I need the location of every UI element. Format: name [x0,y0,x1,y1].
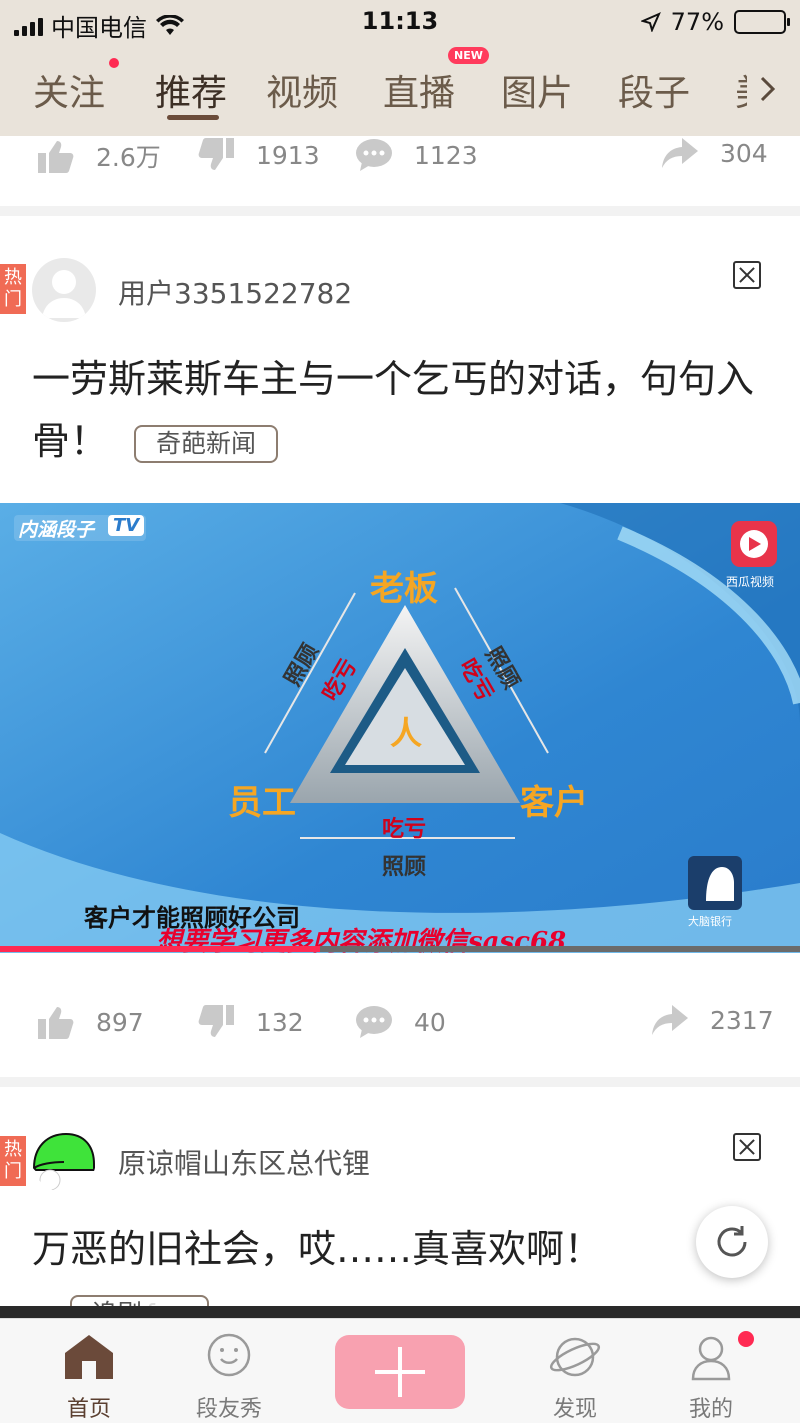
username[interactable]: 用户3351522782 [118,272,352,312]
smiley-icon [207,1333,251,1377]
dislike-count: 1913 [256,140,320,170]
green-hat-avatar-icon [32,1132,95,1191]
hot-badge: 热门 [0,1136,26,1186]
nav-friends-show[interactable]: 段友秀 [169,1333,289,1423]
chevron-right-icon[interactable] [758,74,778,104]
video-brand-tv: TV [108,515,145,536]
video-player[interactable]: 内涵段子 TV 西瓜视频 老板 员工 客户 人 照顾 吃亏 照顾 吃亏 吃亏 照… [0,503,800,953]
divider [0,1077,800,1087]
comment-icon [356,1006,392,1038]
channel-tabs: 关注 推荐 视频 直播 图片 段子 美 [0,56,800,126]
tab-more-partial[interactable]: 美 [735,64,747,116]
prev-post-actions: 2.6万 1913 1123 304 [0,136,800,196]
planet-icon [549,1337,601,1377]
refresh-button[interactable] [696,1206,768,1278]
follow-notification-dot [109,58,119,68]
thumbs-down-icon [198,138,234,170]
share-action[interactable]: 304 [662,138,768,168]
like-count: 2.6万 [96,143,161,172]
avatar[interactable] [32,258,96,322]
new-badge: NEW [448,47,489,64]
dismiss-post-icon[interactable] [733,261,761,289]
share-count: 304 [720,138,768,168]
location-arrow-icon [640,12,661,32]
thumbs-down-icon [198,1005,234,1037]
video-corner-logo-text: 西瓜视频 [726,575,775,589]
battery-percent: 77% [670,8,724,36]
default-avatar-icon [42,270,86,318]
share-icon [652,1005,688,1035]
tab-pictures[interactable]: 图片 [501,64,573,116]
share-count: 2317 [710,1005,774,1035]
mine-notification-dot [738,1331,754,1347]
comment-action[interactable]: 40 [356,1005,446,1039]
divider [0,206,800,216]
dislike-action[interactable]: 1913 [198,138,320,172]
like-action[interactable]: 897 [38,1005,144,1039]
hot-badge: 热门 [0,264,26,314]
label-person: 人 [390,714,423,752]
nav-mine[interactable]: 我的 [651,1333,771,1423]
video-watermark: 大脑银行 [688,915,732,928]
comment-count: 1123 [414,140,478,170]
active-tab-indicator [167,115,219,120]
label-customer: 客户 [520,783,588,823]
status-bar: 中国电信 11:13 77% [0,0,800,44]
comment-action[interactable]: 1123 [356,138,478,172]
thumbs-up-icon [38,1007,74,1039]
nav-mine-label: 我的 [688,1397,733,1422]
bottom-navigation: 首页 段友秀 发现 我的 [0,1318,800,1423]
label-employee: 员工 [228,783,296,823]
post-title-text: 万恶的旧社会，哎……真喜欢啊！ [32,1227,603,1271]
tab-follow[interactable]: 关注 [33,64,105,116]
thumbs-up-icon [38,141,74,173]
nav-discover[interactable]: 发现 [515,1333,635,1423]
share-icon [662,138,698,168]
label-bottom-care: 照顾 [382,855,427,880]
nav-home-label: 首页 [66,1397,111,1422]
post1-actions: 897 132 40 2317 [0,1005,800,1065]
nav-friends-show-label: 段友秀 [195,1397,262,1422]
battery-icon [734,10,790,34]
label-boss: 老板 [370,569,438,609]
post-plus-button[interactable] [335,1335,465,1409]
video-brand: 内涵段子 [18,519,95,541]
home-icon [65,1335,113,1379]
tab-video[interactable]: 视频 [266,64,338,116]
status-right: 77% [640,8,790,36]
nav-home[interactable]: 首页 [29,1333,149,1423]
avatar[interactable] [32,1128,96,1192]
user-icon [691,1336,731,1381]
video-progress-fill [0,946,320,952]
dislike-action[interactable]: 132 [198,1005,304,1039]
like-action[interactable]: 2.6万 [38,138,161,174]
top-header: 中国电信 11:13 77% 关注 推荐 视频 直播 图片 段子 美 NEW [0,0,800,136]
share-action[interactable]: 2317 [652,1005,774,1035]
comment-icon [356,139,392,171]
tab-recommend[interactable]: 推荐 [155,64,227,116]
like-count: 897 [96,1007,144,1037]
nav-discover-label: 发现 [552,1397,597,1422]
comment-count: 40 [414,1007,446,1037]
refresh-icon [717,1226,747,1257]
tab-live[interactable]: 直播 [383,64,455,116]
dislike-count: 132 [256,1007,304,1037]
post-title[interactable]: 一劳斯莱斯车主与一个乞丐的对话，句句入骨！ 奇葩新闻 [32,348,772,472]
label-bottom-loss: 吃亏 [382,817,427,842]
tab-jokes[interactable]: 段子 [618,64,690,116]
dismiss-post-icon[interactable] [733,1133,761,1161]
category-tag[interactable]: 奇葩新闻 [134,424,279,463]
username[interactable]: 原谅帽山东区总代锂 [118,1142,370,1182]
